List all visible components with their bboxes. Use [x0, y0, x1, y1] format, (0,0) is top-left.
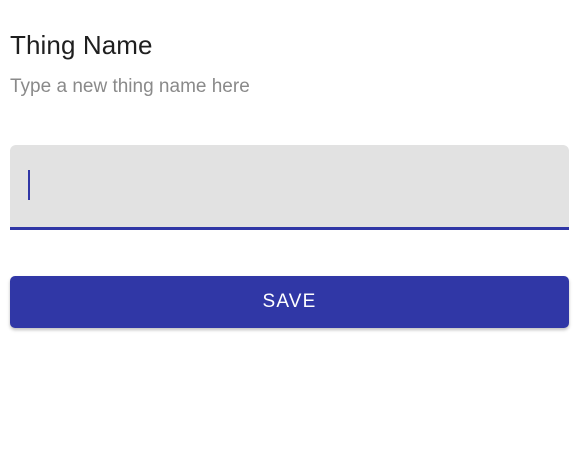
save-button[interactable]: SAVE — [10, 276, 569, 328]
text-cursor — [28, 170, 30, 200]
thing-name-input[interactable] — [28, 169, 548, 205]
helper-text: Type a new thing name here — [10, 76, 250, 97]
thing-name-form: Thing Name Type a new thing name here SA… — [0, 0, 588, 458]
page-title: Thing Name — [10, 30, 153, 60]
thing-name-field[interactable] — [10, 145, 569, 230]
